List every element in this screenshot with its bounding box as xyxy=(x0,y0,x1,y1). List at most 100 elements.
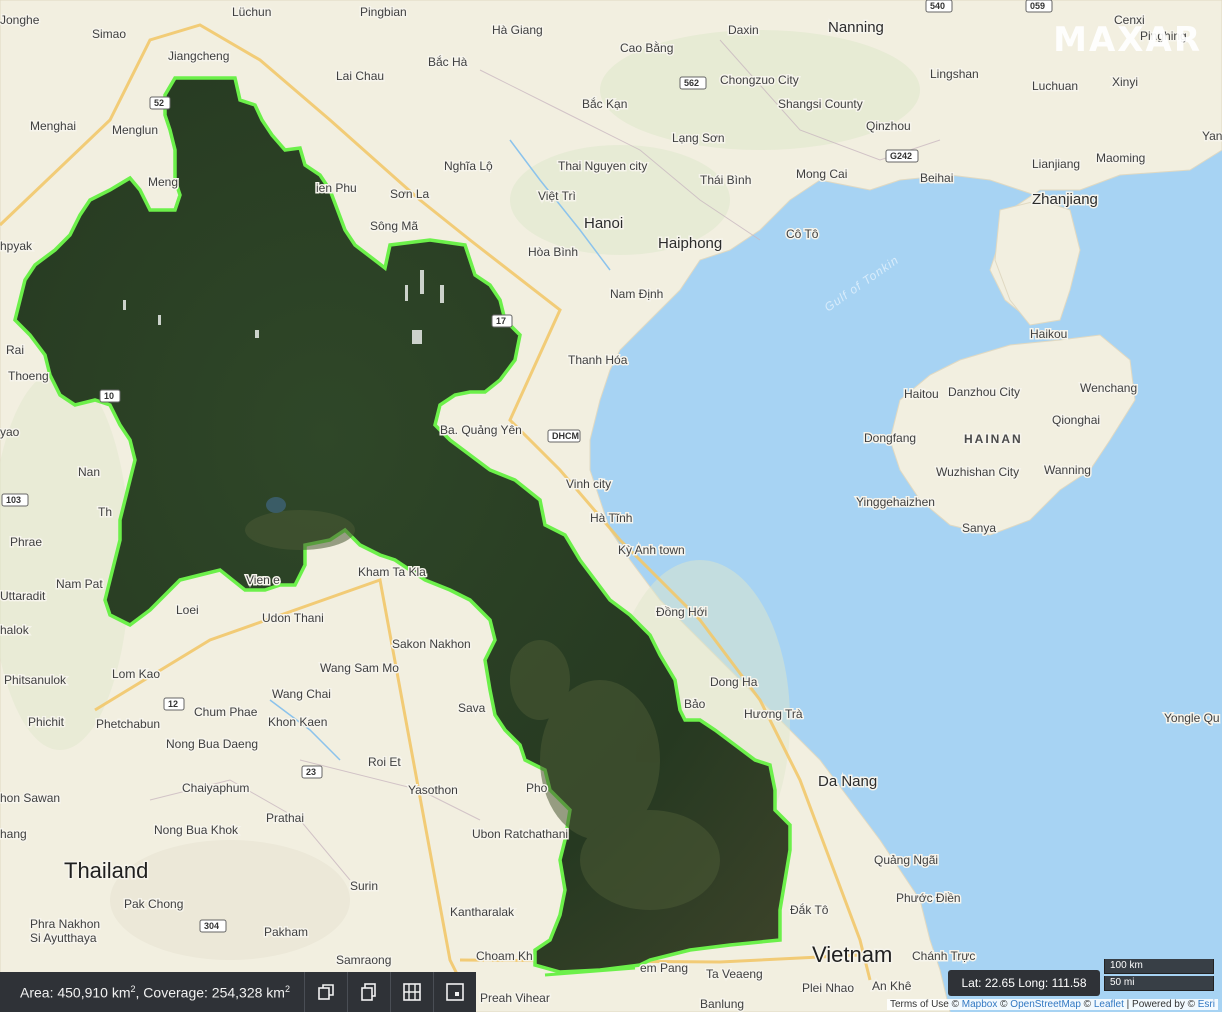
city-label: Yinggehaizhen xyxy=(856,495,935,509)
city-label: Pingbian xyxy=(360,5,407,19)
road-shield-label: 23 xyxy=(306,767,316,777)
duplicate-icon xyxy=(361,983,376,1001)
city-label: Quảng Ngãi xyxy=(874,853,938,867)
city-label: Jonghe xyxy=(0,13,40,27)
duplicate-button[interactable] xyxy=(346,972,390,1012)
esri-link[interactable]: Esri xyxy=(1198,999,1215,1010)
copy-button[interactable] xyxy=(303,972,347,1012)
map-toolbar: Area: 450,910 km2, Coverage: 254,328 km2 xyxy=(0,972,476,1012)
city-label: Ubon Ratchathani xyxy=(472,827,568,841)
road-shield-label: 562 xyxy=(684,78,699,88)
attribution-prefix: Terms of Use © xyxy=(889,999,962,1010)
road-shield: 52 xyxy=(149,96,171,110)
road-shield: 562 xyxy=(679,76,707,90)
country-label: Vietnam xyxy=(812,942,892,967)
city-label: Yongle Qu xyxy=(1164,711,1220,725)
city-label: Phước Điền xyxy=(896,891,961,905)
major-city-label: Nanning xyxy=(828,19,884,36)
imagery-reservoir xyxy=(266,497,286,513)
city-label: Chaiyaphum xyxy=(182,781,249,795)
road-shield: DHCM xyxy=(547,429,581,443)
city-label: Beihai xyxy=(920,171,953,185)
city-label: Vinh city xyxy=(566,477,611,491)
area-coverage-stats: Area: 450,910 km2, Coverage: 254,328 km2 xyxy=(0,984,304,1001)
major-city-label: Da Nang xyxy=(818,773,877,790)
city-label: Maoming xyxy=(1096,151,1145,165)
scale-km: 100 km xyxy=(1104,959,1214,974)
city-label: Shangsi County xyxy=(778,97,863,111)
city-label: Phitsanulok xyxy=(4,673,67,687)
map-canvas[interactable]: Jonghe Lüchun Pingbian Simao Jiangcheng Hà Gi… xyxy=(0,0,1222,1012)
city-label: Chum Phae xyxy=(194,705,258,719)
city-label: hpyak xyxy=(0,239,33,253)
scale-mi: 50 mi xyxy=(1104,976,1214,991)
road-shield: 103 xyxy=(1,493,29,507)
city-label: Choam Kh xyxy=(476,949,533,963)
city-label: Yasothon xyxy=(408,783,458,797)
city-label: Phrae xyxy=(10,535,42,549)
city-label: Phra Nakhon Si Ayutthaya xyxy=(30,917,100,945)
city-label: em Pang xyxy=(640,961,688,975)
mapbox-link[interactable]: Mapbox xyxy=(962,999,998,1010)
city-label: Plei Nhao xyxy=(802,981,854,995)
city-label: Mong Cai xyxy=(796,167,847,181)
city-label: hang xyxy=(0,827,27,841)
city-label: Udon Thani xyxy=(262,611,324,625)
city-label: Danzhou City xyxy=(948,385,1020,399)
city-label: Dong Ha xyxy=(710,675,758,689)
city-label: Lianjiang xyxy=(1032,157,1080,171)
road-shield-label: 10 xyxy=(104,391,114,401)
city-label: Rai xyxy=(6,343,24,357)
region-label: HAINAN xyxy=(964,432,1023,446)
city-label: Nong Bua Daeng xyxy=(166,737,258,751)
city-label: Thoeng xyxy=(8,369,49,383)
city-label: Lüchun xyxy=(232,5,271,19)
city-label: Wenchang xyxy=(1080,381,1137,395)
city-label: Haikou xyxy=(1030,327,1067,341)
city-label: Sơn La xyxy=(390,187,430,201)
city-label: Meng xyxy=(148,175,178,189)
road-shield: 12 xyxy=(163,697,185,711)
city-label: Luchuan xyxy=(1032,79,1078,93)
city-label: yao xyxy=(0,425,20,439)
city-label: Thái Bình xyxy=(700,173,751,187)
city-label: Hòa Bình xyxy=(528,245,578,259)
road-shield-label: 103 xyxy=(6,495,21,505)
export-button[interactable] xyxy=(432,972,476,1012)
city-label: Nam Pat xyxy=(56,577,103,591)
city-label: Vien e xyxy=(246,573,280,587)
city-label: Kỳ Anh town xyxy=(618,543,685,557)
road-shield-label: DHCM xyxy=(552,431,579,441)
city-label: Pho xyxy=(526,781,548,795)
city-label: Wang Sam Mo xyxy=(320,661,399,675)
road-shield: 304 xyxy=(199,919,227,933)
grid-button[interactable] xyxy=(389,972,433,1012)
osm-link[interactable]: OpenStreetMap xyxy=(1010,999,1081,1010)
road-shield-label: 12 xyxy=(168,699,178,709)
city-label: Lingshan xyxy=(930,67,979,81)
city-label: Nghĩa Lộ xyxy=(444,159,493,173)
city-label: Hương Trà xyxy=(744,707,803,721)
city-label: Th xyxy=(98,505,112,519)
maxar-logo: MAXAR xyxy=(1053,20,1202,60)
road-shield-label: G242 xyxy=(890,151,912,161)
export-icon xyxy=(446,983,464,1001)
city-label: Sava xyxy=(458,701,486,715)
road-shield: 23 xyxy=(301,765,323,779)
city-label: Pak Chong xyxy=(124,897,183,911)
city-label: Pakham xyxy=(264,925,308,939)
city-label: Kham Ta Kla xyxy=(358,565,426,579)
city-label: Thanh Hóa xyxy=(568,353,628,367)
city-label: Hà Giang xyxy=(492,23,543,37)
road-shield: 10 xyxy=(99,389,121,403)
city-label: Sanya xyxy=(962,521,996,535)
city-label: Roi Et xyxy=(368,755,401,769)
city-label: Menghai xyxy=(30,119,76,133)
city-label: Việt Trì xyxy=(538,189,576,203)
road-shield: 540 xyxy=(925,0,953,13)
city-label: Hà Tĩnh xyxy=(590,511,632,525)
city-label: Prathai xyxy=(266,811,304,825)
leaflet-link[interactable]: Leaflet xyxy=(1094,999,1124,1010)
city-label: Simao xyxy=(92,27,126,41)
city-label: halok xyxy=(0,623,30,637)
